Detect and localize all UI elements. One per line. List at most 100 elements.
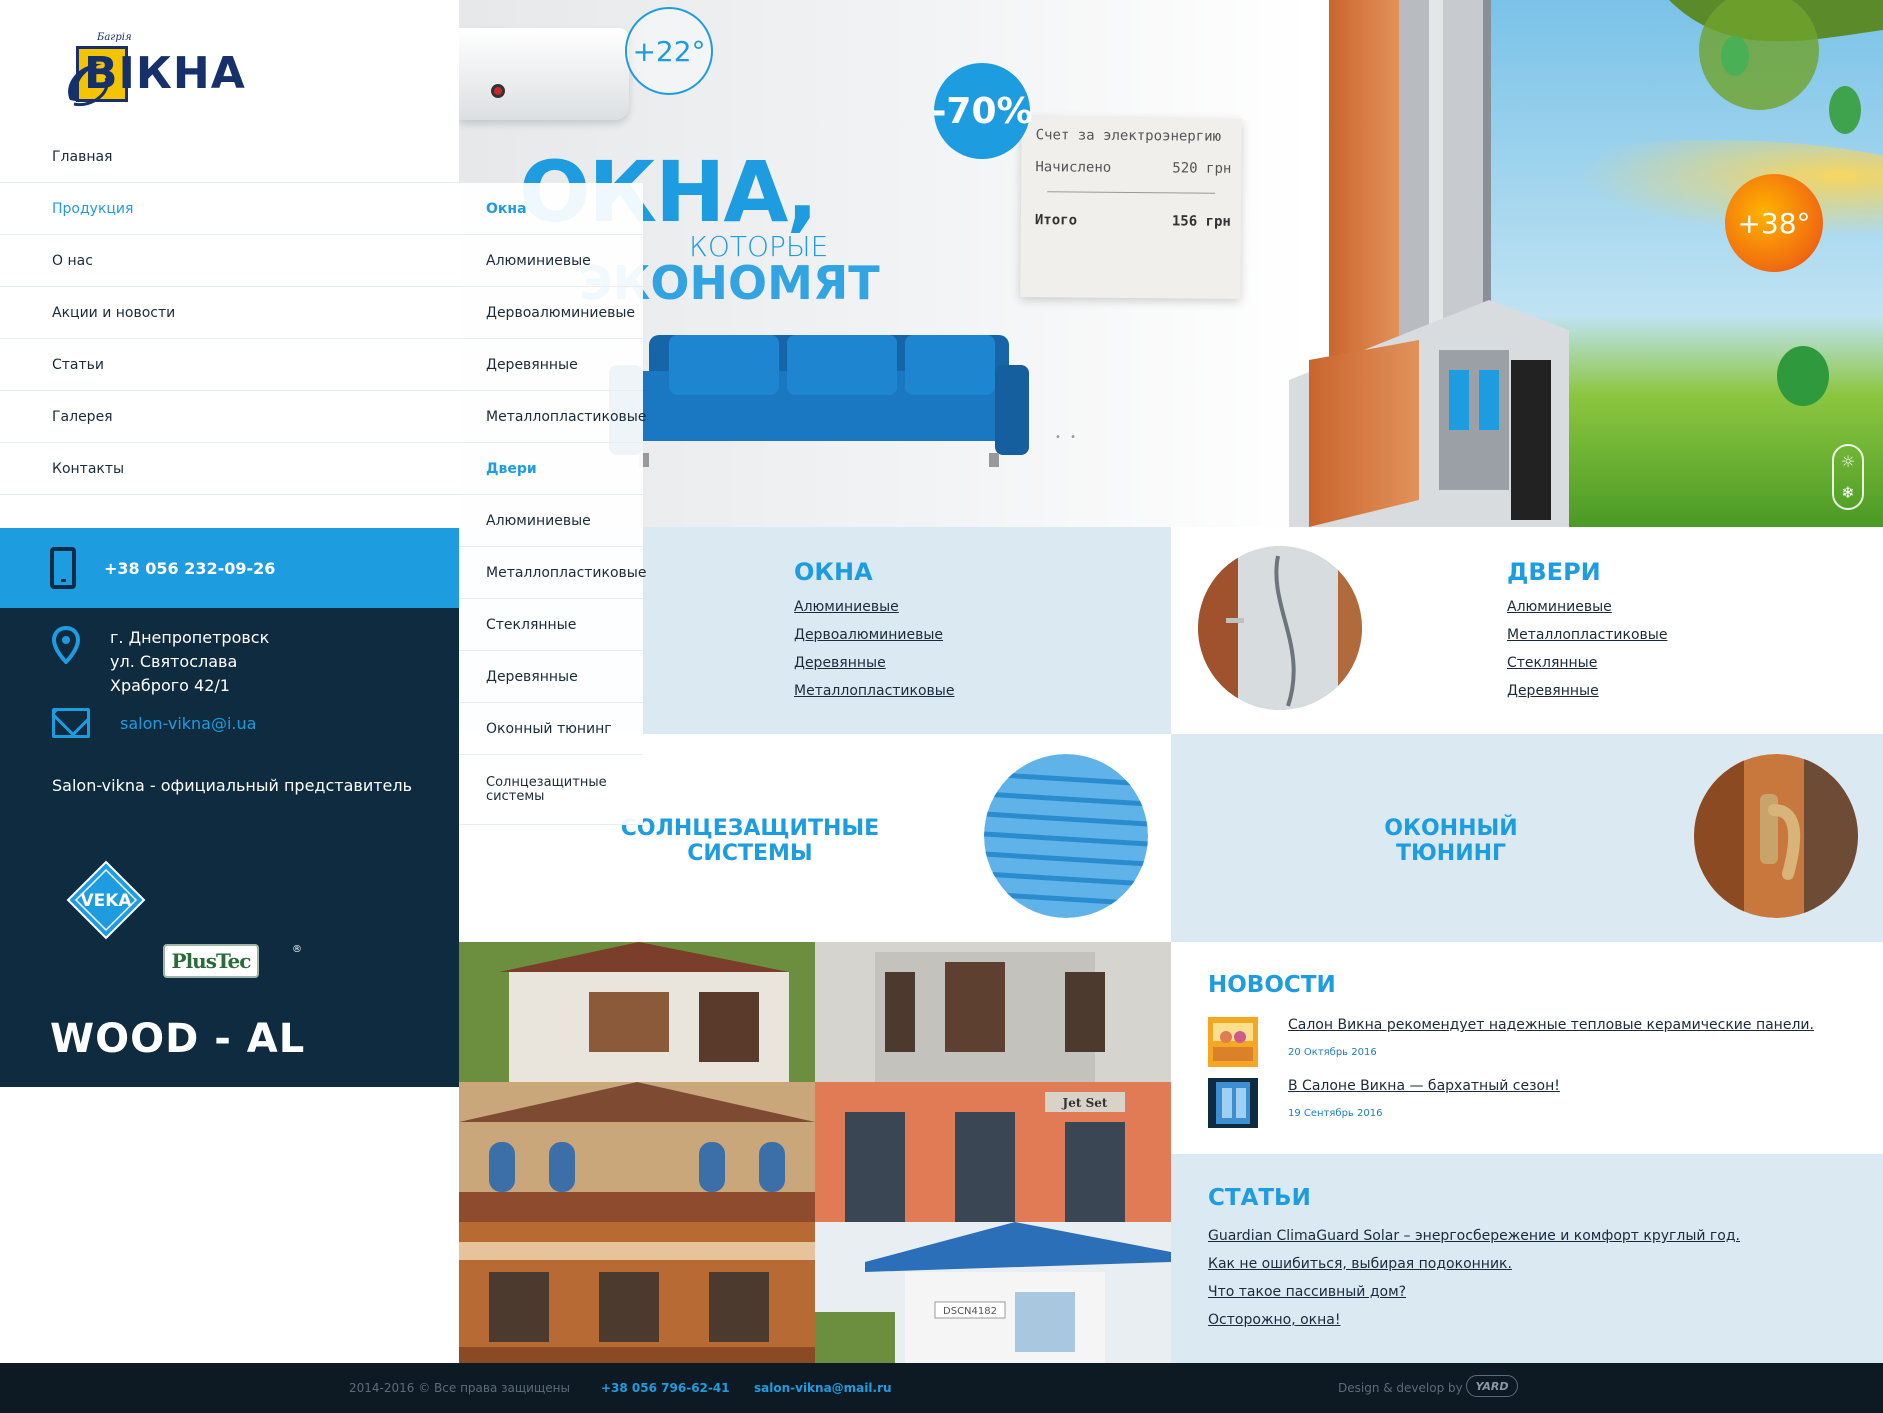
air-conditioner-image bbox=[459, 28, 629, 120]
site-logo[interactable]: Багрія ВІКНА bbox=[62, 30, 282, 114]
doors-link-pvc[interactable]: Металлопластиковые bbox=[1507, 627, 1667, 655]
gallery-photo-2[interactable] bbox=[815, 942, 1171, 1082]
address: г. Днепропетровск ул. Святослава Храброг… bbox=[52, 626, 269, 698]
news-thumbnail[interactable] bbox=[1208, 1017, 1258, 1067]
sun-icon[interactable]: ☼ bbox=[1841, 452, 1855, 471]
gallery-photo-5[interactable] bbox=[459, 1222, 815, 1363]
address-line-1: г. Днепропетровск bbox=[110, 628, 270, 647]
nav-item-contacts[interactable]: Контакты bbox=[0, 443, 459, 495]
submenu-sun-protection[interactable]: Солнцезащитные системы bbox=[459, 755, 643, 825]
electricity-receipt: Счет за электроэнергию Начислено 520 грн … bbox=[1020, 117, 1242, 299]
phone-bar[interactable]: +38 056 232-09-26 bbox=[0, 528, 459, 608]
gallery-grid: Jet Set DSCN4182 bbox=[459, 942, 1171, 1363]
footer-design-credit: Design & develop by bbox=[1338, 1381, 1463, 1395]
nav-item-products[interactable]: Продукция bbox=[0, 183, 459, 235]
sofa-image bbox=[609, 335, 1029, 467]
windows-link-aluminum[interactable]: Алюминиевые bbox=[794, 599, 954, 627]
doors-tile-title[interactable]: ДВЕРИ bbox=[1507, 558, 1601, 586]
submenu-doors-pvc[interactable]: Металлопластиковые bbox=[459, 547, 646, 599]
window-tuning-tile[interactable]: ОКОННЫЙ ТЮНИНГ bbox=[1171, 734, 1883, 942]
submenu-doors-glass[interactable]: Стеклянные bbox=[459, 599, 643, 651]
slider-dots[interactable]: • • bbox=[1055, 432, 1079, 443]
wood-al-logo[interactable]: WOOD - AL bbox=[50, 1016, 305, 1062]
gallery-photo-6[interactable]: DSCN4182 bbox=[815, 1222, 1171, 1363]
receipt-charged-label: Начислено bbox=[1035, 159, 1112, 176]
nav-item-articles[interactable]: Статьи bbox=[0, 339, 459, 391]
nav-item-home[interactable]: Главная bbox=[0, 131, 459, 183]
door-image[interactable] bbox=[1198, 546, 1362, 710]
phone-icon bbox=[50, 547, 76, 589]
nav-item-gallery[interactable]: Галерея bbox=[0, 391, 459, 443]
news-section: НОВОСТИ Салон Викна рекомендует надежные… bbox=[1171, 942, 1883, 1154]
receipt-title: Счет за электроэнергию bbox=[1035, 127, 1222, 145]
submenu-doors[interactable]: Двери bbox=[459, 443, 643, 495]
news-date: 20 Октябрь 2016 bbox=[1288, 1047, 1377, 1058]
submenu-windows-pvc[interactable]: Металлопластиковые bbox=[459, 391, 646, 443]
article-link[interactable]: Что такое пассивный дом? bbox=[1208, 1284, 1740, 1312]
news-item: Салон Викна рекомендует надежные тепловы… bbox=[1208, 1017, 1814, 1067]
article-link[interactable]: Guardian ClimaGuard Solar – энергосбереж… bbox=[1208, 1228, 1740, 1256]
windows-link-wood[interactable]: Деревянные bbox=[794, 655, 954, 683]
plustec-registered-mark: ® bbox=[292, 944, 302, 955]
articles-section: СТАТЬИ Guardian ClimaGuard Solar – энерг… bbox=[1171, 1154, 1883, 1363]
news-date: 19 Сентябрь 2016 bbox=[1288, 1108, 1383, 1119]
footer-phone[interactable]: +38 056 796-62-41 bbox=[601, 1381, 730, 1395]
articles-title[interactable]: СТАТЬИ bbox=[1208, 1185, 1311, 1211]
gallery-photo-3[interactable] bbox=[459, 1082, 815, 1222]
window-tuning-title-line-2: ТЮНИНГ bbox=[1395, 841, 1507, 866]
doors-links: Алюминиевые Металлопластиковые Стеклянны… bbox=[1507, 599, 1667, 711]
season-toggle[interactable]: ☼ ❄ bbox=[1832, 444, 1864, 510]
doors-tile: ДВЕРИ Алюминиевые Металлопластиковые Сте… bbox=[1171, 527, 1883, 734]
news-title[interactable]: НОВОСТИ bbox=[1208, 972, 1336, 998]
mail-icon bbox=[52, 708, 90, 738]
submenu-doors-wood[interactable]: Деревянные bbox=[459, 651, 643, 703]
article-link[interactable]: Осторожно, окна! bbox=[1208, 1312, 1740, 1340]
submenu-windows-wood-aluminum[interactable]: Дервоалюминиевые bbox=[459, 287, 643, 339]
photo-watermark: DSCN4182 bbox=[943, 1306, 997, 1317]
sun-protection-title: СОЛНЦЕЗАЩИТНЫЕ СИСТЕМЫ bbox=[605, 816, 895, 866]
article-link[interactable]: Как не ошибиться, выбирая подоконник. bbox=[1208, 1256, 1740, 1284]
doors-link-aluminum[interactable]: Алюминиевые bbox=[1507, 599, 1667, 627]
snowflake-icon[interactable]: ❄ bbox=[1841, 483, 1854, 502]
news-link[interactable]: Салон Викна рекомендует надежные тепловы… bbox=[1288, 1017, 1814, 1033]
doors-link-wood[interactable]: Деревянные bbox=[1507, 683, 1667, 711]
nav-item-about[interactable]: О нас bbox=[0, 235, 459, 287]
gallery-photo-1[interactable] bbox=[459, 942, 815, 1082]
nav-item-news[interactable]: Акции и новости bbox=[0, 287, 459, 339]
windows-link-wood-aluminum[interactable]: Дервоалюминиевые bbox=[794, 627, 954, 655]
representative-text: Salon-vikna - официальный представитель bbox=[52, 776, 413, 795]
news-item: В Салоне Викна — бархатный сезон! 19 Сен… bbox=[1208, 1078, 1560, 1128]
submenu-windows-wood[interactable]: Деревянные bbox=[459, 339, 643, 391]
sun-protection-title-line-2: СИСТЕМЫ bbox=[687, 841, 813, 866]
windows-link-pvc[interactable]: Металлопластиковые bbox=[794, 683, 954, 711]
window-handle-image bbox=[1694, 754, 1858, 918]
news-thumbnail[interactable] bbox=[1208, 1078, 1258, 1128]
submenu-windows-aluminum[interactable]: Алюминиевые bbox=[459, 235, 643, 287]
location-pin-icon bbox=[52, 626, 80, 664]
yard-studio-logo[interactable]: YARD bbox=[1466, 1375, 1518, 1397]
email-row: salon-vikna@i.ua bbox=[52, 708, 256, 738]
articles-list: Guardian ClimaGuard Solar – энергосбереж… bbox=[1208, 1228, 1740, 1340]
email-link[interactable]: salon-vikna@i.ua bbox=[120, 714, 256, 733]
plustec-logo[interactable]: PlusTec bbox=[163, 944, 259, 978]
submenu-window-tuning[interactable]: Оконный тюнинг bbox=[459, 703, 643, 755]
blinds-image bbox=[984, 754, 1148, 918]
sidebar: Багрія ВІКНА Главная Продукция О нас Акц… bbox=[0, 0, 459, 1087]
main-nav: Главная Продукция О нас Акции и новости … bbox=[0, 131, 459, 495]
footer-email[interactable]: salon-vikna@mail.ru bbox=[754, 1381, 892, 1395]
footer-copyright: 2014-2016 © Все права защищены bbox=[349, 1381, 570, 1395]
phone-number[interactable]: +38 056 232-09-26 bbox=[104, 559, 275, 578]
receipt-charged-value: 520 грн bbox=[1172, 160, 1232, 177]
submenu-doors-aluminum[interactable]: Алюминиевые bbox=[459, 495, 643, 547]
submenu-windows[interactable]: Окна bbox=[459, 183, 643, 235]
gallery-photo-4[interactable]: Jet Set bbox=[815, 1082, 1171, 1222]
doors-link-glass[interactable]: Стеклянные bbox=[1507, 655, 1667, 683]
receipt-total-label: Итого bbox=[1034, 212, 1078, 229]
temperature-hot-badge: +38° bbox=[1725, 174, 1823, 272]
news-link[interactable]: В Салоне Викна — бархатный сезон! bbox=[1288, 1078, 1560, 1094]
temperature-cold-badge: +22° bbox=[625, 7, 713, 95]
veka-logo[interactable]: VEKA bbox=[66, 860, 146, 940]
receipt-total-value: 156 грн bbox=[1171, 213, 1231, 230]
windows-tile-title[interactable]: ОКНА bbox=[794, 558, 873, 586]
window-tuning-title-line-1: ОКОННЫЙ bbox=[1384, 816, 1518, 841]
